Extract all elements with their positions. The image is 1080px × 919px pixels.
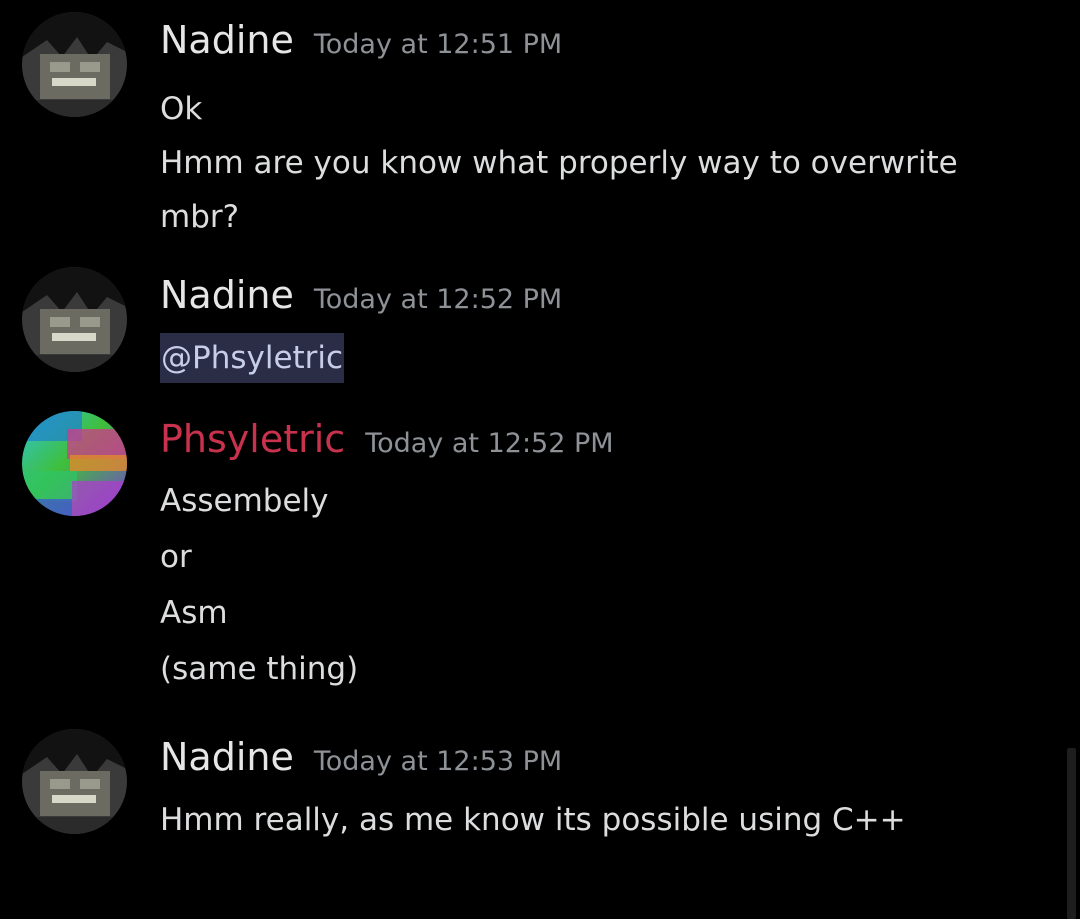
message-text: or (160, 539, 192, 575)
message-text: Hmm really, as me know its possible usin… (160, 802, 906, 838)
message-body: Assembely or Asm (same thing) (160, 474, 1040, 698)
message-group: Nadine Today at 12:52 PM @Phsyletric (0, 267, 1060, 387)
message-body: @Phsyletric (160, 331, 1040, 385)
username[interactable]: Nadine (160, 273, 294, 317)
phsyletric-avatar-icon[interactable] (22, 411, 127, 516)
message-text: Asm (160, 595, 228, 631)
message-group: Nadine Today at 12:51 PM Ok Hmm are you … (0, 12, 1060, 235)
message-group: Nadine Today at 12:53 PM Hmm really, as … (0, 729, 1060, 849)
message-group: Phsyletric Today at 12:52 PM Assembely o… (0, 411, 1060, 701)
message-text: (same thing) (160, 651, 359, 687)
timestamp: Today at 12:52 PM (313, 284, 563, 315)
nadine-avatar-icon[interactable] (22, 12, 127, 117)
message-header: Nadine Today at 12:53 PM (160, 735, 562, 779)
timestamp: Today at 12:52 PM (365, 428, 614, 459)
message-text: @Phsyletric (160, 331, 1040, 385)
nadine-avatar-icon[interactable] (22, 267, 127, 372)
user-mention[interactable]: @Phsyletric (160, 333, 345, 383)
username[interactable]: Phsyletric (160, 417, 345, 461)
username[interactable]: Nadine (160, 18, 294, 62)
message-body: Hmm really, as me know its possible usin… (160, 793, 1040, 847)
scrollbar[interactable] (1067, 748, 1076, 919)
username[interactable]: Nadine (160, 735, 294, 779)
message-text: Ok (160, 91, 203, 127)
timestamp: Today at 12:53 PM (313, 746, 563, 777)
message-text: Hmm are you know what properly way to ov… (160, 145, 958, 235)
message-body: Ok Hmm are you know what properly way to… (160, 82, 1040, 244)
nadine-avatar-icon[interactable] (22, 729, 127, 834)
timestamp: Today at 12:51 PM (313, 29, 563, 60)
message-header: Nadine Today at 12:51 PM (160, 18, 562, 62)
message-text: Assembely (160, 483, 329, 519)
chat-message-list: Nadine Today at 12:51 PM Ok Hmm are you … (0, 0, 1080, 919)
message-header: Phsyletric Today at 12:52 PM (160, 417, 614, 461)
message-header: Nadine Today at 12:52 PM (160, 273, 562, 317)
